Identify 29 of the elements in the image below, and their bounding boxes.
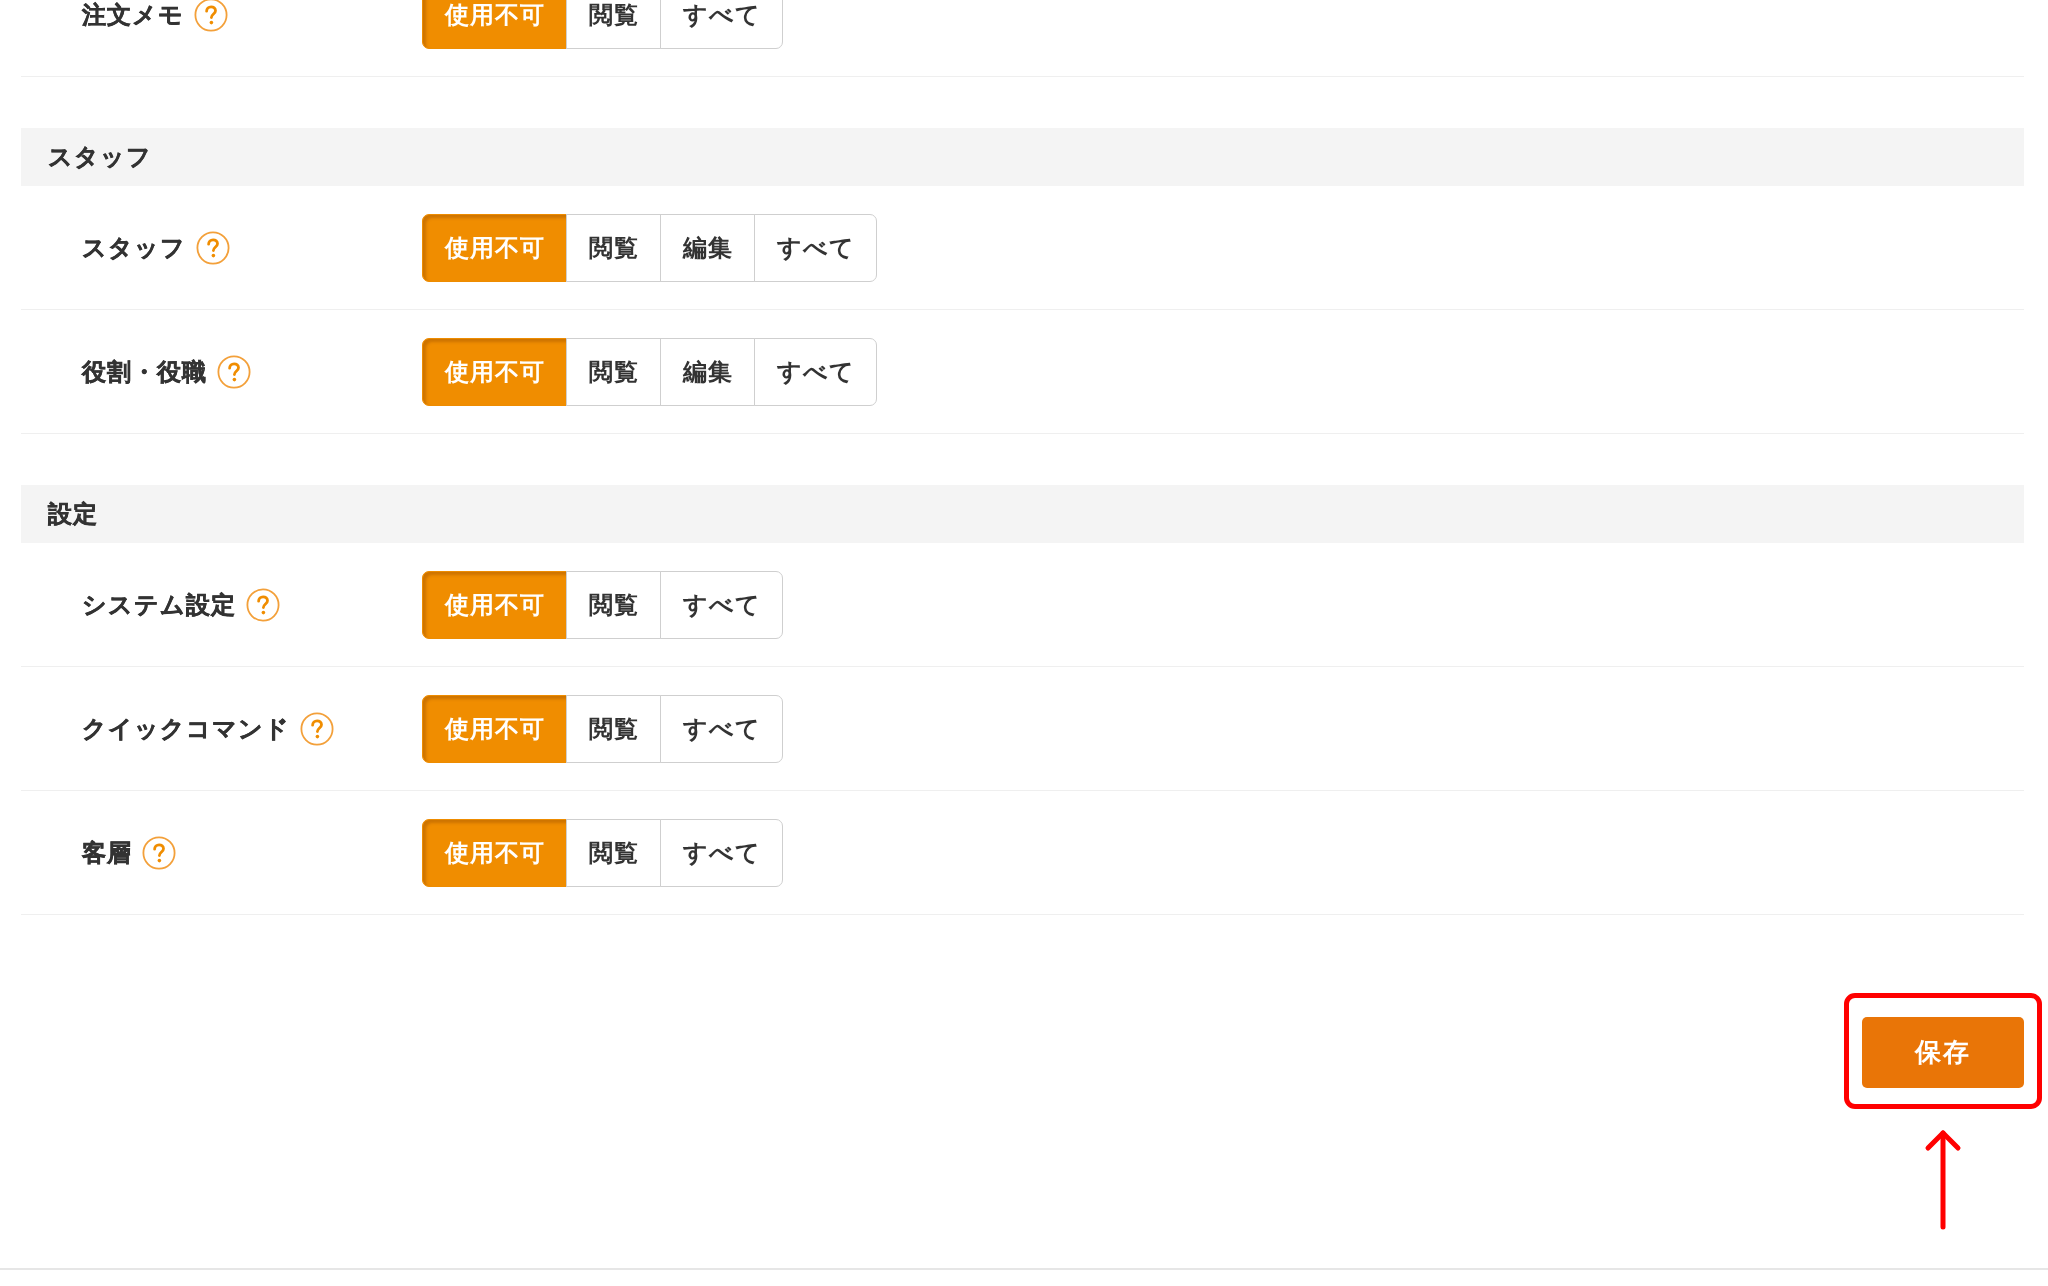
- permission-option[interactable]: 閲覧: [566, 214, 661, 282]
- section-header: 設定: [21, 485, 2024, 543]
- permission-option[interactable]: すべて: [660, 571, 783, 639]
- section-header: スタッフ: [21, 128, 2024, 186]
- permission-label: 役割・役職: [82, 357, 207, 387]
- permission-option[interactable]: 閲覧: [566, 338, 661, 406]
- permission-option[interactable]: すべて: [754, 214, 877, 282]
- help-icon[interactable]: [142, 836, 176, 870]
- help-icon[interactable]: [246, 588, 280, 622]
- permission-option[interactable]: 閲覧: [566, 0, 661, 49]
- permission-option[interactable]: 編集: [660, 338, 755, 406]
- permission-option[interactable]: すべて: [754, 338, 877, 406]
- help-icon[interactable]: [300, 712, 334, 746]
- permission-label: 客層: [82, 838, 132, 868]
- permission-option[interactable]: 閲覧: [566, 819, 661, 887]
- permission-label: システム設定: [82, 590, 236, 620]
- permission-option[interactable]: 閲覧: [566, 695, 661, 763]
- up-arrow-icon: [1923, 1128, 1963, 1230]
- permission-option[interactable]: 編集: [660, 214, 755, 282]
- permission-label: クイックコマンド: [82, 714, 290, 744]
- help-icon[interactable]: [194, 0, 228, 32]
- permission-label: 注文メモ: [82, 0, 184, 30]
- permission-label: スタッフ: [82, 233, 186, 263]
- permission-option[interactable]: すべて: [660, 0, 783, 49]
- permission-option[interactable]: 閲覧: [566, 571, 661, 639]
- help-icon[interactable]: [217, 355, 251, 389]
- help-icon[interactable]: [196, 231, 230, 265]
- permission-option[interactable]: すべて: [660, 819, 783, 887]
- permission-option[interactable]: すべて: [660, 695, 783, 763]
